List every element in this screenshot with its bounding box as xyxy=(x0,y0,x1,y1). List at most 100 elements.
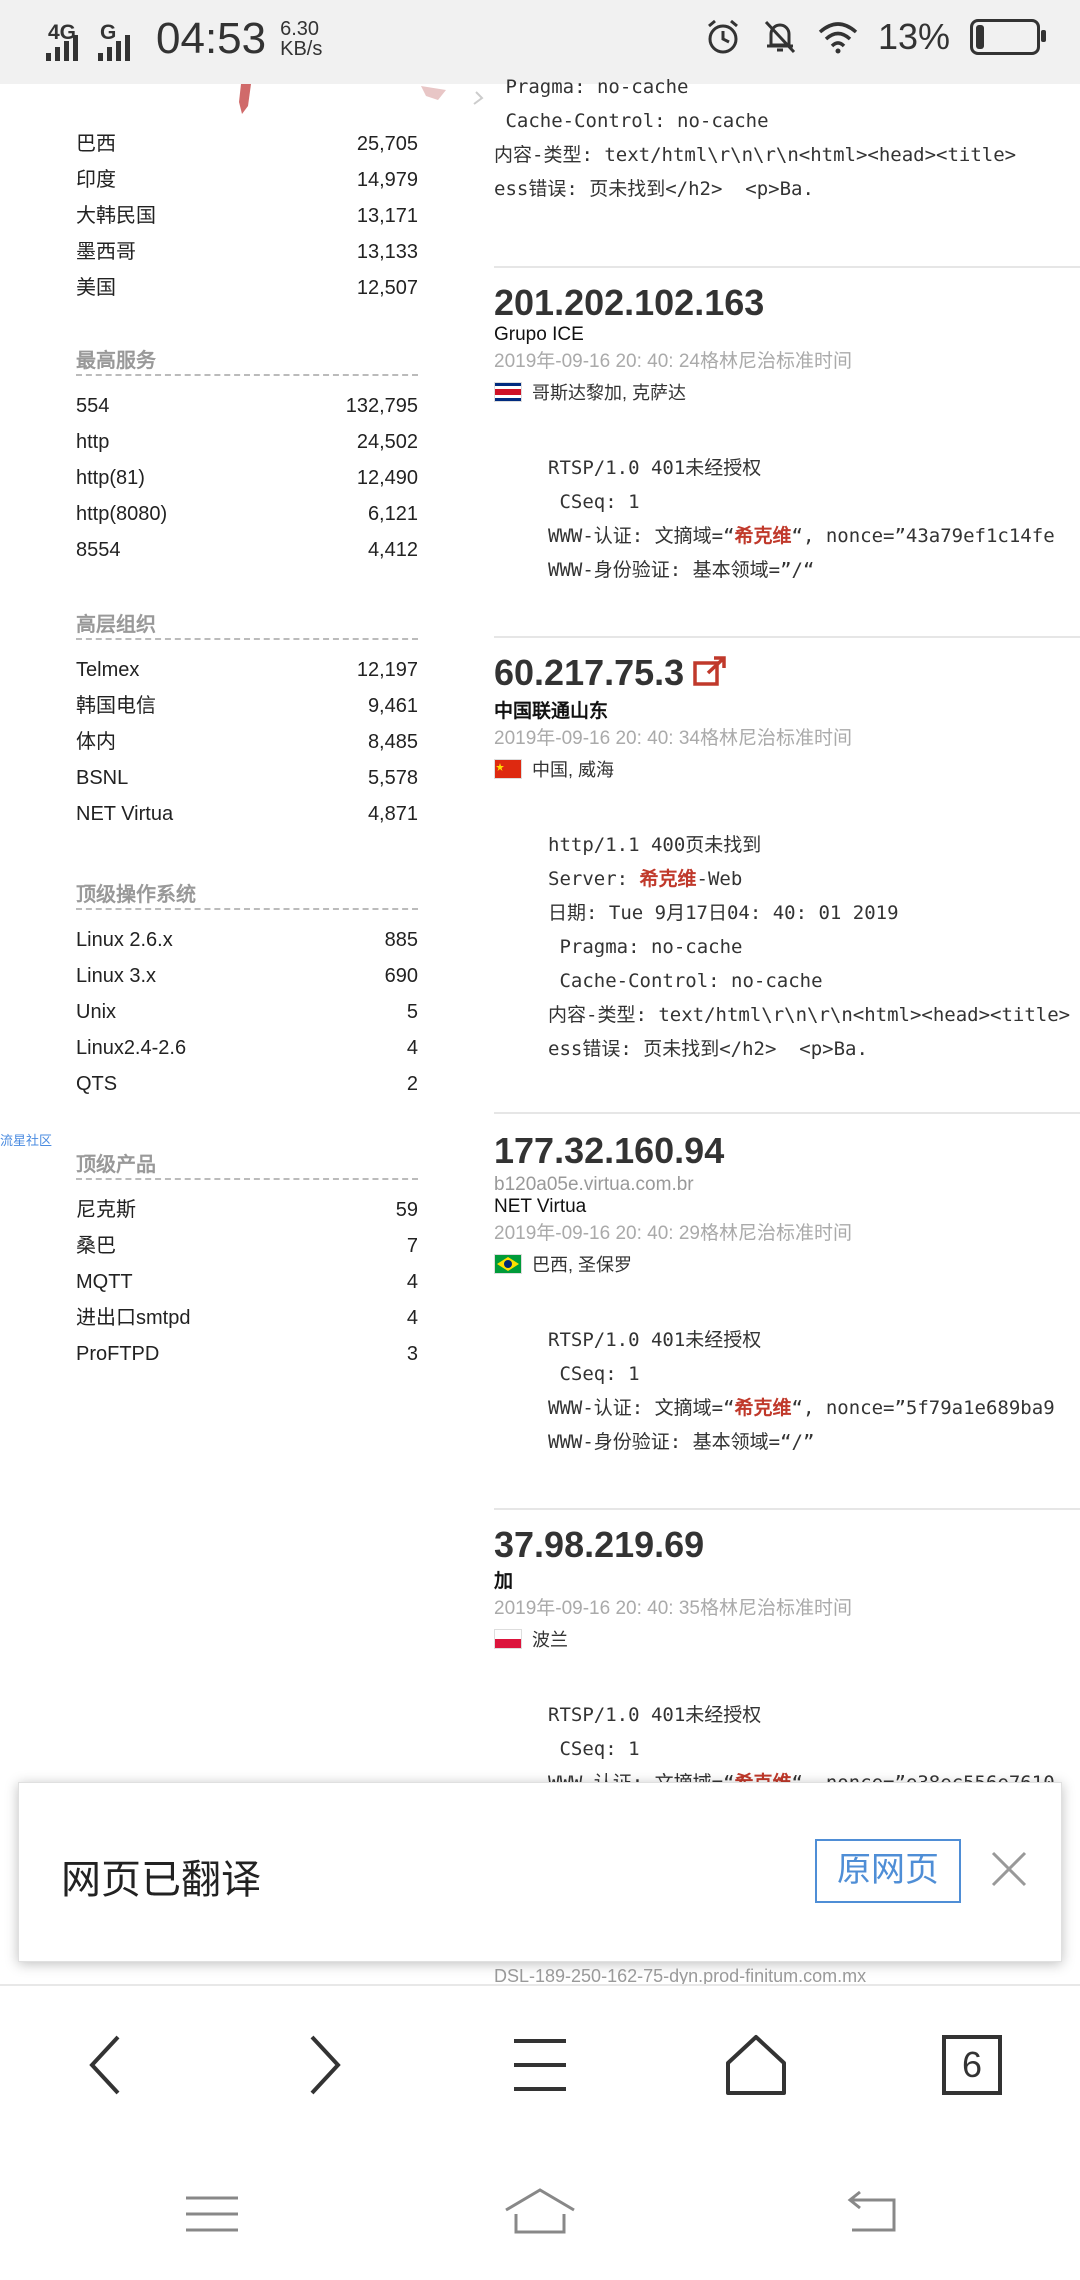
result-organization[interactable]: Grupo ICE xyxy=(494,324,1080,346)
facet-title: 顶级产品 xyxy=(76,1148,418,1180)
result-divider xyxy=(494,1112,1080,1114)
facet-row[interactable]: 进出口smtpd 4 xyxy=(76,1300,418,1336)
facet-label: 美国 xyxy=(76,277,116,299)
facet-count: 885 xyxy=(384,929,418,951)
location-text: 波兰 xyxy=(532,1630,568,1650)
facet-row[interactable]: 8554 4,412 xyxy=(76,532,418,568)
country-flag-icon xyxy=(494,382,522,402)
menu-button[interactable] xyxy=(500,2020,580,2110)
facet-row[interactable]: 巴西 25,705 xyxy=(76,126,418,162)
facet-count: 4 xyxy=(406,1271,418,1293)
home-button[interactable] xyxy=(716,2020,796,2110)
facet-row[interactable]: Telmex 12,197 xyxy=(76,652,418,688)
facet-count: 3 xyxy=(406,1343,418,1365)
facet-row[interactable]: Linux 3.x 690 xyxy=(76,958,418,994)
banner-line: http/1.1 400页未找到 xyxy=(548,828,1080,862)
facet-label: 进出口smtpd xyxy=(76,1307,191,1329)
result-timestamp: 2019年-09-16 20: 40: 24格林尼治标准时间 xyxy=(494,351,852,372)
facet-row[interactable]: http(81) 12,490 xyxy=(76,460,418,496)
banner-segment: WWW-身份验证: 基本领域=”/“ xyxy=(548,559,815,581)
banner-line: 内容-类型: text/html\r\n\r\n<html><head><tit… xyxy=(548,998,1080,1032)
facet-label: 554 xyxy=(76,395,110,417)
facet-row[interactable]: 韩国电信 9,461 xyxy=(76,688,418,724)
banner-text: Pragma: no-cache Cache-Control: no-cache… xyxy=(494,70,1080,206)
forward-button[interactable] xyxy=(284,2020,364,2110)
facet-row[interactable]: NET Virtua 4,871 xyxy=(76,796,418,832)
facet-label: MQTT xyxy=(76,1271,133,1293)
facet-row[interactable]: 墨西哥 13,133 xyxy=(76,234,418,270)
facet-row[interactable]: QTS 2 xyxy=(76,1066,418,1102)
facet-row[interactable]: ProFTPD 3 xyxy=(76,1336,418,1372)
result-ip-text[interactable]: 37.98.219.69 xyxy=(494,1524,704,1565)
banner-segment: http/1.1 400页未找到 xyxy=(548,834,762,857)
banner-line: Pragma: no-cache xyxy=(494,76,689,98)
country-flag-icon xyxy=(494,1254,522,1274)
facet-row[interactable]: Unix 5 xyxy=(76,994,418,1030)
facet-row[interactable]: BSNL 5,578 xyxy=(76,760,418,796)
result-hostname[interactable]: b120a05e.virtua.com.br xyxy=(494,1174,1080,1196)
facet-row[interactable]: http 24,502 xyxy=(76,424,418,460)
facet-title: 最高服务 xyxy=(76,344,418,376)
facet-label: 大韩民国 xyxy=(76,205,156,227)
facet-row[interactable]: Linux2.4-2.6 4 xyxy=(76,1030,418,1066)
back-button[interactable] xyxy=(66,2020,146,2110)
banner-segment: “, nonce=”5f79a1e689ba9 xyxy=(791,1397,1055,1419)
result-ip-text[interactable]: 177.32.160.94 xyxy=(494,1130,724,1171)
result-ip-text[interactable]: 201.202.102.163 xyxy=(494,282,764,323)
result-organization[interactable]: 中国联通山东 xyxy=(494,696,1080,723)
result-location[interactable]: 波兰 xyxy=(494,1626,1080,1652)
facet-label: 体内 xyxy=(76,731,116,753)
tab-count: 6 xyxy=(961,2044,983,2085)
original-page-button[interactable]: 原网页 xyxy=(815,1839,961,1903)
banner-text: http/1.1 400页未找到 Server: 希克维-Web 日期: Tue 9… xyxy=(548,828,1080,1066)
result-ip[interactable]: 37.98.219.69 xyxy=(494,1524,1080,1566)
result-divider xyxy=(494,266,1080,268)
facet-count: 24,502 xyxy=(356,431,418,453)
result-location[interactable]: 中国, 威海 xyxy=(494,756,1080,782)
recent-apps-icon[interactable] xyxy=(172,2184,252,2244)
result-timestamp: 2019年-09-16 20: 40: 29格林尼治标准时间 xyxy=(494,1223,852,1244)
result-ip-text[interactable]: 60.217.75.3 xyxy=(494,652,684,693)
facet-group: 顶级产品 尼克斯 59 桑巴 7 MQTT 4 进出口smtpd 4 ProFTPD 3 xyxy=(76,1148,418,1372)
facet-row[interactable]: 美国 12,507 xyxy=(76,270,418,306)
facet-row[interactable]: Linux 2.6.x 885 xyxy=(76,922,418,958)
result-ip[interactable]: 60.217.75.3 xyxy=(494,652,1080,696)
facet-row[interactable]: 554 132,795 xyxy=(76,388,418,424)
tabs-button[interactable]: 6 xyxy=(932,2020,1012,2110)
facet-label: 8554 xyxy=(76,539,121,561)
result-location[interactable]: 哥斯达黎加, 克萨达 xyxy=(494,379,1080,405)
result-divider xyxy=(494,1508,1080,1510)
facet-label: 巴西 xyxy=(76,133,116,155)
result-organization[interactable]: 加 xyxy=(494,1566,1080,1593)
search-result: 201.202.102.163 Grupo ICE 2019年-09-16 20: … xyxy=(494,282,1080,587)
signal-4g-icon: 4G xyxy=(44,17,84,61)
result-location[interactable]: 巴西, 圣保罗 xyxy=(494,1251,1080,1277)
result-ip[interactable]: 201.202.102.163 xyxy=(494,282,1080,324)
facet-label: Unix xyxy=(76,1001,117,1023)
facet-title: 高层组织 xyxy=(76,608,418,640)
facet-row[interactable]: 大韩民国 13,171 xyxy=(76,198,418,234)
facet-label: http xyxy=(76,431,110,453)
banner-segment: Cache-Control: no-cache xyxy=(548,970,823,993)
facet-row[interactable]: 印度 14,979 xyxy=(76,162,418,198)
home-nav-icon[interactable] xyxy=(500,2184,580,2244)
facet-count: 12,197 xyxy=(356,659,418,681)
community-link[interactable]: 流星社区 xyxy=(0,1130,52,1149)
facet-count: 132,795 xyxy=(345,395,418,417)
facet-row[interactable]: 桑巴 7 xyxy=(76,1228,418,1264)
location-text: 巴西, 圣保罗 xyxy=(532,1255,633,1275)
close-icon[interactable] xyxy=(987,1847,1031,1891)
external-link-icon[interactable] xyxy=(692,654,728,696)
result-ip[interactable]: 177.32.160.94 xyxy=(494,1130,1080,1172)
facet-count: 12,490 xyxy=(356,467,418,489)
banner-segment: ess错误: 页未找到</h2> <p>Ba. xyxy=(548,1038,868,1061)
translated-message: 网页已翻译 xyxy=(61,1858,261,1902)
result-organization[interactable]: NET Virtua xyxy=(494,1196,1080,1218)
facet-count: 12,507 xyxy=(356,277,418,299)
facet-row[interactable]: MQTT 4 xyxy=(76,1264,418,1300)
banner-line: RTSP/1.0 401未经授权 xyxy=(548,1323,1080,1357)
facet-row[interactable]: 体内 8,485 xyxy=(76,724,418,760)
facet-row[interactable]: http(8080) 6,121 xyxy=(76,496,418,532)
back-nav-icon[interactable] xyxy=(830,2184,910,2244)
facet-row[interactable]: 尼克斯 59 xyxy=(76,1192,418,1228)
